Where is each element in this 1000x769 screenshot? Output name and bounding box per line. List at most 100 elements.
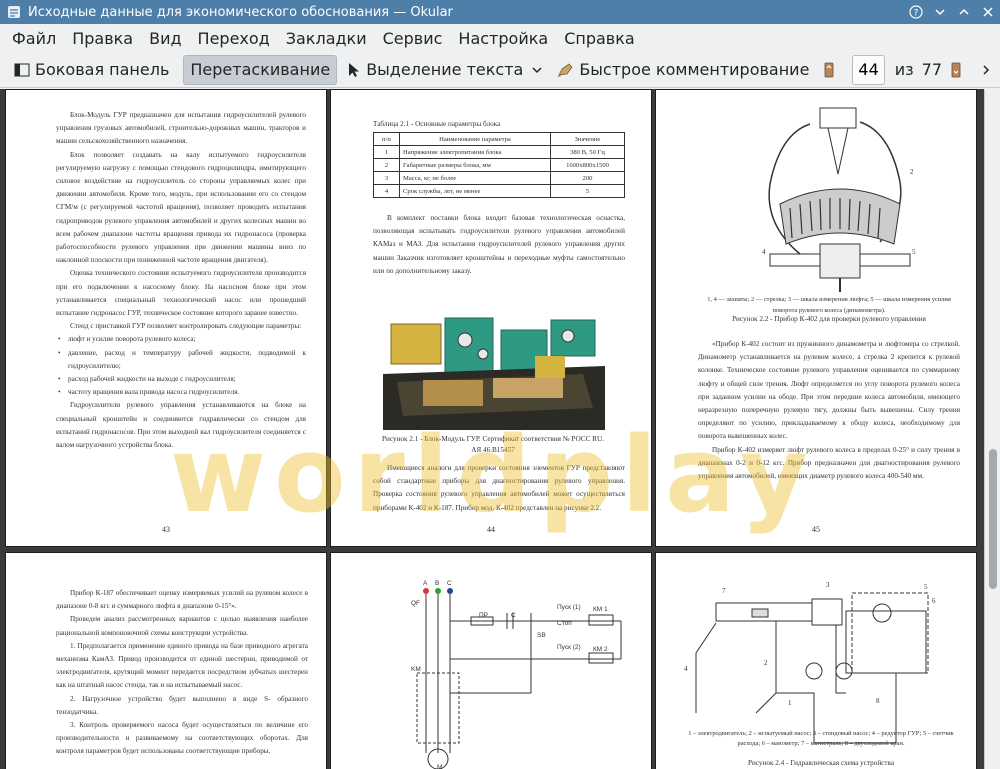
table-header-row: п/п Наименование параметра Значение bbox=[373, 132, 625, 146]
window-title: Исходные данные для экономического обосн… bbox=[28, 4, 453, 20]
chevron-right-icon bbox=[983, 64, 990, 75]
callout-5: 5 bbox=[924, 583, 928, 591]
km1-label: КМ 1 bbox=[593, 606, 608, 613]
drag-tool-label: Перетаскивание bbox=[190, 60, 331, 79]
menu-help[interactable]: Справка bbox=[556, 29, 643, 48]
km2-label: КМ 2 bbox=[593, 646, 608, 653]
callout-4: 4 bbox=[684, 665, 688, 673]
quick-annotation-button[interactable]: Быстрое комментирование bbox=[550, 55, 815, 85]
paragraph: Стенд с приставкой ГУР позволяет контрол… bbox=[70, 322, 302, 331]
chevron-down-icon bbox=[532, 66, 542, 73]
page-45: 4 2 5 1, 4 — захваты; 2 — стрелка; 3 — ш… bbox=[655, 89, 977, 547]
menu-settings[interactable]: Настройка bbox=[450, 29, 556, 48]
callout-3: 3 bbox=[826, 581, 830, 589]
help-icon[interactable]: ? bbox=[904, 0, 928, 24]
svg-text:2: 2 bbox=[910, 168, 914, 176]
document-viewport[interactable]: Блок-Модуль ГУР предназначен для испытан… bbox=[0, 89, 984, 769]
figure-2-2-caption: Рисунок 2.2 - Прибор К-402 для проверки … bbox=[732, 315, 926, 323]
okular-app-icon[interactable] bbox=[6, 4, 22, 20]
table-header-cell: Наименование параметра bbox=[399, 132, 551, 146]
close-icon[interactable] bbox=[976, 0, 1000, 24]
figure-2-1-caption: Рисунок 2.1 - Блок-Модуль ГУР. Сертифика… bbox=[382, 435, 604, 454]
start1-label: Пуск (1) bbox=[557, 604, 581, 611]
page-number: 43 bbox=[162, 525, 170, 534]
page-total: 77 bbox=[921, 60, 942, 79]
callout-7: 7 bbox=[722, 587, 726, 595]
paragraph: Оценка технического состояния испытуемог… bbox=[56, 269, 306, 318]
sb-label: SB bbox=[537, 632, 546, 639]
vertical-scrollbar[interactable] bbox=[984, 89, 1000, 769]
menu-bar: Файл Правка Вид Переход Закладки Сервис … bbox=[0, 24, 1000, 52]
km-label: KM bbox=[411, 666, 421, 673]
page-44-para1: В комплект поставки блока входит базовая… bbox=[373, 212, 625, 278]
highlighter-icon bbox=[557, 62, 573, 77]
page-46-text: Прибор К-187 обеспечивает оценку измеряе… bbox=[56, 587, 308, 759]
paragraph: Имеющиеся аналоги для проверки состояния… bbox=[373, 464, 625, 512]
page-47: A B C QF ПР С Пуск (1) Стоп КМ 1 Пуск (2… bbox=[330, 552, 652, 769]
table-cell: 1 bbox=[373, 145, 400, 159]
maximize-icon[interactable] bbox=[952, 0, 976, 24]
page-down-icon bbox=[951, 62, 961, 77]
page-46: Прибор К-187 обеспечивает оценку измеряе… bbox=[5, 552, 327, 769]
table-header-cell: п/п bbox=[373, 132, 400, 146]
start2-label: Пуск (2) bbox=[557, 644, 581, 651]
main-toolbar: Боковая панель Перетаскивание Выделение … bbox=[0, 52, 1000, 88]
table-cell: 380 В, 50 Гц bbox=[550, 145, 625, 159]
paragraph: 3. Контроль проверяемого насоса будет ос… bbox=[56, 721, 308, 756]
page-up-icon bbox=[825, 62, 834, 77]
previous-page-button[interactable] bbox=[819, 55, 844, 85]
toolbar-overflow-button[interactable] bbox=[977, 55, 1000, 85]
electrical-schematic: A B C QF ПР С Пуск (1) Стоп КМ 1 Пуск (2… bbox=[411, 580, 622, 769]
paragraph: Гидроусилители рулевого управления устан… bbox=[56, 401, 306, 450]
table-cell: 1600х800х1500 bbox=[550, 158, 625, 172]
page-45-text: «Прибор К-402 состоит из пружинного дина… bbox=[698, 338, 960, 483]
page-43: Блок-Модуль ГУР предназначен для испытан… bbox=[5, 89, 327, 547]
table-cell: Напряжение электропитания блока bbox=[399, 145, 551, 159]
page-number: 45 bbox=[812, 525, 820, 534]
figure-2-2-legend: 1, 4 — захваты; 2 — стрелка; 3 — шкала и… bbox=[707, 296, 951, 314]
next-page-button[interactable] bbox=[946, 55, 971, 85]
cursor-icon bbox=[349, 62, 360, 77]
menu-bookmarks[interactable]: Закладки bbox=[278, 29, 375, 48]
table-row: 3 Масса, кг, не более 200 bbox=[373, 171, 625, 185]
callout-1: 1 bbox=[788, 699, 792, 707]
figure-2-4-legend: 1 – электродвигатель; 2 – испытуемый нас… bbox=[688, 730, 954, 747]
menu-view[interactable]: Вид bbox=[141, 29, 189, 48]
menu-go[interactable]: Переход bbox=[190, 29, 278, 48]
paragraph: Блок-Модуль ГУР предназначен для испытан… bbox=[56, 111, 306, 146]
bullet-list: люфт и усилие поворота рулевого колеса; … bbox=[56, 333, 306, 399]
sidebar-icon bbox=[14, 63, 30, 76]
title-bar: Исходные данные для экономического обосн… bbox=[0, 0, 1000, 24]
page-48: 1 2 3 4 5 6 7 8 1 – электродвигатель; 2 … bbox=[655, 552, 977, 769]
paragraph: «Прибор К-402 состоит из пружинного дина… bbox=[698, 340, 960, 441]
annotation-dropdown-button[interactable] bbox=[529, 55, 550, 85]
paragraph: Прибор К-402 измеряет люфт рулевого коле… bbox=[698, 445, 960, 481]
minimize-icon[interactable] bbox=[928, 0, 952, 24]
table-cell: 4 bbox=[373, 184, 400, 198]
menu-edit[interactable]: Правка bbox=[64, 29, 141, 48]
okular-window: Исходные данные для экономического обосн… bbox=[0, 0, 1000, 769]
table-cell: Габаритные размеры блока, мм bbox=[399, 158, 551, 172]
k402-device-drawing: 4 2 5 bbox=[762, 107, 916, 292]
sidebar-button-label: Боковая панель bbox=[35, 60, 170, 79]
sidebar-button[interactable]: Боковая панель bbox=[8, 55, 175, 85]
text-selection-button[interactable]: Выделение текста bbox=[341, 55, 529, 85]
page-number-input[interactable]: 44 bbox=[852, 54, 885, 85]
page-number: 44 bbox=[487, 525, 495, 534]
scrollbar-thumb[interactable] bbox=[989, 449, 997, 589]
table-title: Таблица 2.1 - Основные параметры блока bbox=[373, 120, 501, 128]
svg-text:4: 4 bbox=[762, 248, 766, 256]
phase-b-label: B bbox=[435, 580, 439, 587]
paragraph: В комплект поставки блока входит базовая… bbox=[373, 214, 625, 275]
callout-2: 2 bbox=[764, 659, 768, 667]
page-43-text: Блок-Модуль ГУР предназначен для испытан… bbox=[56, 109, 306, 452]
phase-a-label: A bbox=[423, 580, 428, 587]
table-cell: 5 bbox=[550, 184, 625, 198]
list-item: частоту вращения вала привода насоса гид… bbox=[56, 386, 306, 399]
menu-file[interactable]: Файл bbox=[4, 29, 64, 48]
phase-c-label: C bbox=[447, 580, 452, 587]
page-of-label: из bbox=[894, 60, 914, 79]
drag-tool-button[interactable]: Перетаскивание bbox=[183, 54, 338, 85]
menu-tools[interactable]: Сервис bbox=[375, 29, 451, 48]
table-row: 2 Габаритные размеры блока, мм 1600х800х… bbox=[373, 158, 625, 172]
